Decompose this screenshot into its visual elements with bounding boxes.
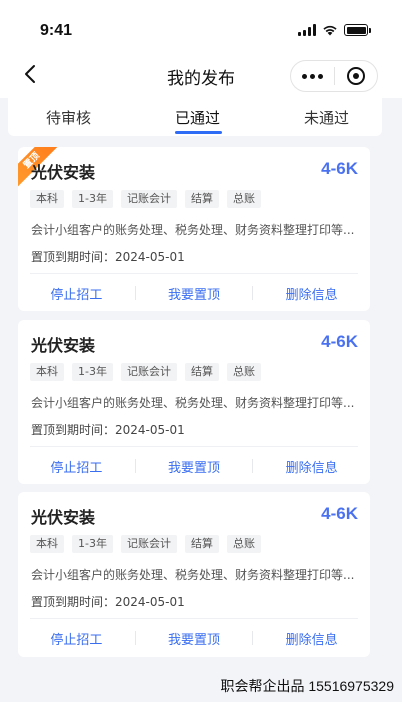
job-tags: 本科 1-3年 记账会计 结算 总账 bbox=[30, 535, 261, 553]
pin-expire-time: 置顶到期时间：2024-05-01 bbox=[31, 250, 185, 264]
more-dots-icon bbox=[301, 73, 307, 79]
tab-approved[interactable]: 已通过 bbox=[175, 107, 220, 128]
tab-rejected[interactable]: 未通过 bbox=[304, 107, 349, 128]
battery-icon bbox=[344, 24, 371, 36]
delete-post-button[interactable]: 删除信息 bbox=[253, 629, 370, 648]
job-tag: 记账会计 bbox=[120, 363, 177, 381]
job-tag: 结算 bbox=[184, 535, 219, 553]
job-tag: 1-3年 bbox=[72, 363, 113, 381]
stop-hiring-button[interactable]: 停止招工 bbox=[18, 284, 135, 303]
job-card[interactable]: 置顶 光伏安装 4-6K 本科 1-3年 记账会计 结算 总账 会计小组客户的账… bbox=[18, 147, 370, 311]
wifi-icon bbox=[323, 25, 337, 36]
more-button[interactable] bbox=[291, 61, 334, 91]
card-actions: 停止招工 我要置顶 删除信息 bbox=[18, 619, 370, 657]
job-tags: 本科 1-3年 记账会计 结算 总账 bbox=[30, 190, 261, 208]
job-card[interactable]: 光伏安装 4-6K 本科 1-3年 记账会计 结算 总账 会计小组客户的账务处理… bbox=[18, 320, 370, 484]
job-tag: 总账 bbox=[226, 535, 261, 553]
job-card[interactable]: 光伏安装 4-6K 本科 1-3年 记账会计 结算 总账 会计小组客户的账务处理… bbox=[18, 492, 370, 657]
job-description: 会计小组客户的账务处理、税务处理、财务资料整理打印等... bbox=[31, 396, 355, 410]
delete-post-button[interactable]: 删除信息 bbox=[253, 457, 370, 476]
job-salary: 4-6K bbox=[321, 332, 358, 351]
pin-expire-time: 置顶到期时间：2024-05-01 bbox=[31, 423, 185, 437]
job-salary: 4-6K bbox=[321, 504, 358, 523]
status-time: 9:41 bbox=[40, 22, 73, 39]
card-actions: 停止招工 我要置顶 删除信息 bbox=[18, 447, 370, 484]
job-tag: 总账 bbox=[226, 190, 261, 208]
job-tag: 结算 bbox=[184, 190, 219, 208]
close-button[interactable] bbox=[334, 61, 377, 91]
job-description: 会计小组客户的账务处理、税务处理、财务资料整理打印等... bbox=[31, 568, 355, 582]
card-actions: 停止招工 我要置顶 删除信息 bbox=[18, 274, 370, 311]
job-tag: 本科 bbox=[30, 190, 64, 208]
status-tabs: 待审核 已通过 未通过 bbox=[8, 98, 382, 136]
job-tag: 结算 bbox=[184, 363, 219, 381]
pin-expire-time: 置顶到期时间：2024-05-01 bbox=[31, 595, 185, 609]
pin-to-top-button[interactable]: 我要置顶 bbox=[136, 284, 253, 303]
stop-hiring-button[interactable]: 停止招工 bbox=[18, 457, 135, 476]
status-icons bbox=[298, 24, 371, 36]
mini-program-capsule bbox=[290, 60, 378, 92]
job-tag: 1-3年 bbox=[72, 535, 113, 553]
pin-to-top-button[interactable]: 我要置顶 bbox=[136, 629, 253, 648]
job-title: 光伏安装 bbox=[31, 508, 96, 527]
job-tag: 记账会计 bbox=[120, 535, 177, 553]
job-tag: 1-3年 bbox=[72, 190, 113, 208]
job-tag: 记账会计 bbox=[120, 190, 177, 208]
nav-bar: 我的发布 bbox=[0, 52, 402, 98]
status-bar: 9:41 bbox=[0, 0, 402, 52]
job-tag: 本科 bbox=[30, 363, 64, 381]
tab-pending[interactable]: 待审核 bbox=[46, 107, 91, 128]
job-salary: 4-6K bbox=[321, 159, 358, 178]
job-tags: 本科 1-3年 记账会计 结算 总账 bbox=[30, 363, 261, 381]
stop-hiring-button[interactable]: 停止招工 bbox=[18, 629, 135, 648]
job-description: 会计小组客户的账务处理、税务处理、财务资料整理打印等... bbox=[31, 223, 355, 237]
delete-post-button[interactable]: 删除信息 bbox=[253, 284, 370, 303]
footer-watermark: 职会帮企出品 15516975329 bbox=[220, 678, 394, 694]
job-title: 光伏安装 bbox=[31, 163, 96, 182]
job-tag: 总账 bbox=[226, 363, 261, 381]
active-tab-indicator bbox=[175, 131, 222, 134]
cellular-signal-icon bbox=[298, 24, 316, 36]
job-tag: 本科 bbox=[30, 535, 64, 553]
target-close-icon bbox=[346, 67, 365, 85]
job-title: 光伏安装 bbox=[31, 336, 96, 355]
pin-to-top-button[interactable]: 我要置顶 bbox=[136, 457, 253, 476]
